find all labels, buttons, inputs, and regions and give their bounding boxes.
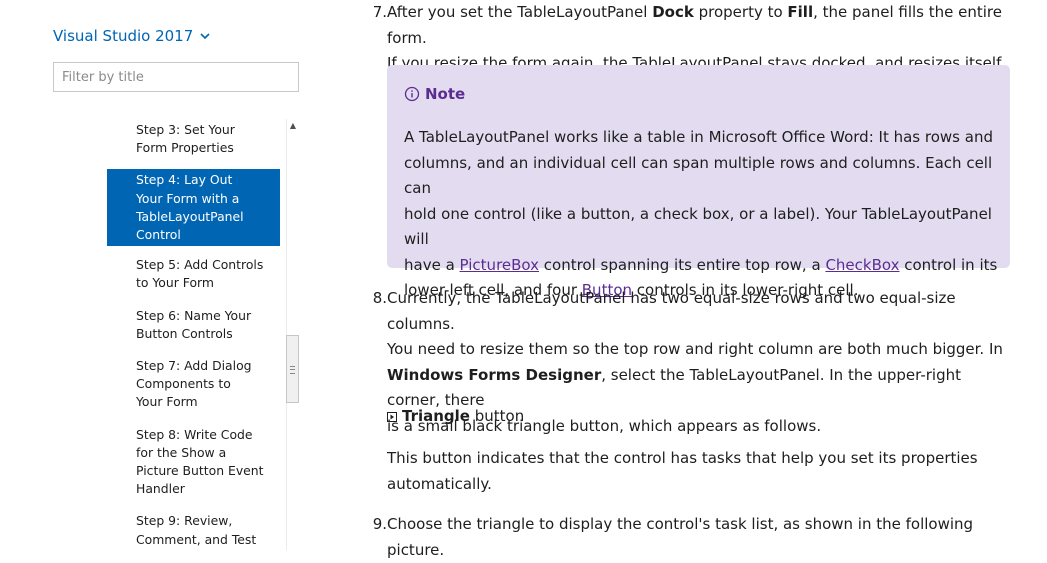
toc-item-label: Step 6: Name Your bbox=[136, 308, 251, 323]
toc-item-label: Comment, and Test bbox=[136, 532, 256, 547]
text: automatically. bbox=[387, 475, 492, 493]
version-label: Visual Studio 2017 bbox=[53, 27, 193, 45]
toc-item[interactable]: Step 8: Write Code for the Show a Picture … bbox=[107, 424, 280, 501]
toc-item-label: Step 5: Add Controls bbox=[136, 257, 263, 272]
toc-scrollbar[interactable]: ▲ bbox=[286, 119, 300, 550]
scroll-thumb[interactable] bbox=[286, 335, 299, 403]
scroll-up-arrow-icon[interactable]: ▲ bbox=[286, 119, 300, 133]
version-selector[interactable]: Visual Studio 2017 bbox=[53, 27, 211, 45]
bold-term: Triangle bbox=[402, 404, 470, 430]
text: have a bbox=[404, 256, 460, 274]
toc-item-label: Components to bbox=[136, 376, 231, 391]
toc-item-label: Step 8: Write Code bbox=[136, 427, 253, 442]
note-callout: Note A TableLayoutPanel works like a tab… bbox=[387, 65, 1010, 268]
toc-item[interactable]: Step 7: Add Dialog Components to Your Form bbox=[107, 355, 280, 414]
text: control spanning its entire top row, a bbox=[539, 256, 825, 274]
text: control in its bbox=[899, 256, 997, 274]
toc-item-label: to Your Form bbox=[136, 275, 214, 290]
text: This button indicates that the control h… bbox=[387, 449, 978, 467]
toc-item[interactable]: Step 4: Lay Out Your Form with a TableLayo… bbox=[107, 169, 280, 246]
note-body: A TableLayoutPanel works like a table in… bbox=[404, 125, 999, 304]
toc-item[interactable]: Step 6: Name Your Button Controls bbox=[107, 305, 280, 345]
toc-item-label: Step 7: Add Dialog bbox=[136, 358, 252, 373]
filter-input[interactable] bbox=[53, 62, 299, 92]
toc-item-label: Your Form bbox=[136, 394, 198, 409]
text: After you set the TableLayoutPanel bbox=[387, 3, 652, 21]
toc-item[interactable]: Step 5: Add Controls to Your Form bbox=[107, 254, 280, 294]
indicates-paragraph: This button indicates that the control h… bbox=[387, 446, 1007, 497]
triangle-icon bbox=[387, 412, 397, 422]
toc-item[interactable]: Step 3: Set Your Form Properties bbox=[107, 119, 280, 159]
note-header: Note bbox=[404, 85, 465, 103]
text: Choose the triangle to display the contr… bbox=[387, 515, 973, 559]
bold-term: Dock bbox=[652, 3, 694, 21]
toc-item-label: Control bbox=[136, 227, 181, 242]
text: hold one control (like a button, a check… bbox=[404, 205, 992, 249]
chevron-down-icon bbox=[199, 30, 211, 42]
triangle-button-line: Triangle button bbox=[387, 404, 524, 430]
note-title: Note bbox=[425, 85, 465, 103]
toc-item-label: for the Show a bbox=[136, 445, 226, 460]
bold-term: Windows Forms Designer bbox=[387, 366, 601, 384]
toc-item-label: Your Form with a bbox=[136, 191, 239, 206]
toc-item-label: Button Controls bbox=[136, 326, 233, 341]
toc-item-label: Step 9: Review, bbox=[136, 513, 232, 528]
toc-item-label: Handler bbox=[136, 481, 185, 496]
toc-item-label: TableLayoutPanel bbox=[136, 209, 244, 224]
text: columns, and an individual cell can span… bbox=[404, 154, 992, 198]
text: A TableLayoutPanel works like a table in… bbox=[404, 128, 993, 146]
checkbox-link[interactable]: CheckBox bbox=[825, 256, 899, 274]
text: button bbox=[470, 404, 524, 430]
step-number: 9. bbox=[369, 512, 387, 538]
toc-item[interactable]: Step 9: Review,Comment, and TestYour Cod… bbox=[107, 510, 280, 550]
text: Currently, the TableLayoutPanel has two … bbox=[387, 289, 956, 333]
text: property to bbox=[694, 3, 788, 21]
grip-icon bbox=[290, 366, 295, 374]
toc-item-label: Form Properties bbox=[136, 140, 234, 155]
toc-item-label: Step 4: Lay Out bbox=[136, 172, 232, 187]
text: You need to resize them so the top row a… bbox=[387, 340, 1003, 358]
step-text: Choose the triangle to display the contr… bbox=[387, 512, 1007, 563]
toc-item-label: Picture Button Event bbox=[136, 463, 264, 478]
toc-item-label: Step 3: Set Your bbox=[136, 122, 235, 137]
step-number: 8. bbox=[369, 286, 387, 312]
bold-term: Fill bbox=[787, 3, 813, 21]
toc-list: Step 3: Set Your Form Properties Step 4: L… bbox=[107, 119, 280, 550]
picturebox-link[interactable]: PictureBox bbox=[460, 256, 539, 274]
info-icon bbox=[404, 86, 420, 102]
step-number: 7. bbox=[369, 0, 387, 26]
